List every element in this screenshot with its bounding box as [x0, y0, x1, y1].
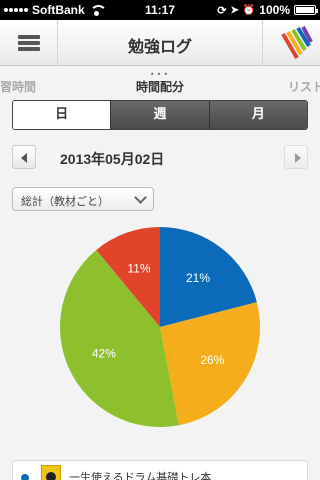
time-distribution-pie-chart: 21% 26% 42% 11%	[59, 227, 260, 427]
chevron-down-icon	[134, 191, 147, 204]
segment-month[interactable]: 月	[208, 101, 307, 129]
book-cover-icon	[41, 465, 61, 480]
segment-day[interactable]: 日	[13, 101, 111, 129]
record-button[interactable]	[262, 20, 320, 66]
material-name: 一生使えるドラム基礎トレ本	[69, 471, 212, 480]
pie-slice-label: 26%	[200, 353, 224, 367]
chevron-left-icon	[21, 153, 27, 163]
battery-icon	[294, 5, 318, 15]
status-bar: SoftBank 11:17 ⟳ ➤ ⏰ 100%	[0, 0, 320, 20]
current-date: 2013年05月02日	[60, 151, 165, 167]
previous-date-button[interactable]	[12, 145, 36, 169]
menu-icon	[18, 35, 40, 39]
series-color-dot	[21, 474, 29, 480]
nav-bar: 勉強ログ	[0, 20, 320, 66]
pie-slice-label: 11%	[127, 262, 150, 276]
page-switcher: ••• 学習時間 時間配分 リスト	[0, 67, 320, 97]
aggregation-select[interactable]: 総計（教材ごと）	[12, 187, 154, 211]
aggregation-value: 総計（教材ごと）	[21, 195, 109, 208]
status-right: ⟳ ➤ ⏰ 100%	[217, 3, 318, 17]
location-icon: ➤	[230, 4, 239, 16]
menu-button[interactable]	[0, 20, 58, 66]
alarm-icon: ⏰	[242, 4, 256, 16]
pencils-icon	[281, 26, 313, 60]
orientation-lock-icon: ⟳	[217, 4, 227, 17]
page-time-distribution: 時間配分	[135, 80, 184, 94]
segment-week[interactable]: 週	[110, 101, 209, 129]
date-navigator: 2013年05月02日	[0, 145, 320, 171]
pie-slice-label: 42%	[92, 346, 116, 360]
page-list[interactable]: リスト	[288, 78, 320, 95]
list-item[interactable]: 一生使えるドラム基礎トレ本	[12, 460, 308, 480]
battery-percent: 100%	[259, 3, 290, 17]
chevron-right-icon	[295, 153, 301, 163]
period-segmented-control: 日 週 月	[12, 100, 308, 130]
pie-slice-label: 21%	[186, 271, 210, 285]
page-title: 勉強ログ	[127, 37, 192, 56]
next-date-button[interactable]	[284, 145, 308, 169]
